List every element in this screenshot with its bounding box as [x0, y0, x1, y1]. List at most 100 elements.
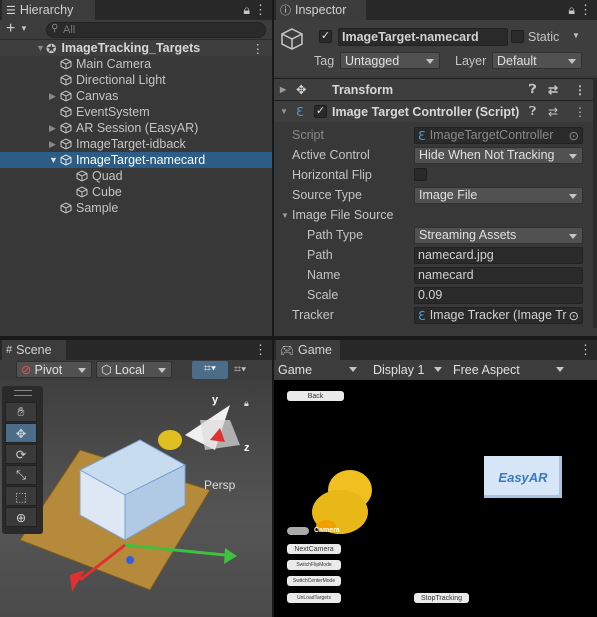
persp-label[interactable]: Persp	[204, 478, 235, 492]
object-picker-icon[interactable]: ⊙	[568, 307, 579, 323]
path-type-dropdown[interactable]: Streaming Assets	[414, 226, 583, 244]
path-input[interactable]: namecard.jpg	[414, 246, 583, 264]
unity-scene-icon: ✪	[46, 41, 57, 56]
hierarchy-item-sample[interactable]: Sample	[0, 200, 272, 216]
scene-options-icon[interactable]: ⋮	[252, 41, 265, 56]
hierarchy-item-canvas[interactable]: ▶ Canvas	[0, 88, 272, 104]
list-icon: ☰	[6, 4, 16, 17]
tool-palette: ✋︎ ✥ ⟳ ⤡ ⬚ ⊕	[2, 386, 43, 534]
lock-icon[interactable]: 🔒︎	[244, 398, 249, 409]
display-dropdown[interactable]: Display 1	[369, 361, 447, 378]
axis-y-label: y	[212, 394, 219, 406]
scale-input[interactable]: 0.09	[414, 286, 583, 304]
scene-root[interactable]: ▼ ✪ ImageTracking_Targets ⋮	[0, 40, 272, 56]
tracker-field[interactable]: ℇ Image Tracker (Image Tr ⊙	[414, 306, 583, 324]
scene-name: ImageTracking_Targets	[61, 41, 201, 55]
transform-tool-icon[interactable]: ⊕	[5, 507, 37, 527]
source-type-dropdown[interactable]: Image File	[414, 186, 583, 204]
hierarchy-item-label: Main Camera	[76, 57, 152, 71]
snap-toggle[interactable]: ⌗▾	[192, 361, 228, 379]
camera-label: Camera	[314, 527, 340, 534]
hierarchy-item-quad[interactable]: Quad	[0, 168, 272, 184]
scale-tool-icon[interactable]: ⤡	[5, 465, 37, 485]
palette-handle[interactable]	[14, 390, 32, 396]
aspect-dropdown[interactable]: Free Aspect	[449, 361, 569, 378]
local-dropdown[interactable]: ⬡ Local	[96, 361, 172, 378]
search-input[interactable]: ⚲ All	[46, 22, 266, 38]
camera-toggle[interactable]	[287, 527, 309, 535]
hierarchy-panel: ☰ Hierarchy 🔒︎ ⋮ + ▼ ⚲ All ▼ ✪ ImageTrac…	[0, 0, 272, 336]
gameobject-icon	[60, 138, 72, 150]
image-file-source-row[interactable]: ▼ Image File Source	[274, 205, 597, 225]
path-type-label: Path Type	[307, 228, 364, 242]
script-value: ImageTargetController	[429, 128, 554, 142]
source-type-label: Source Type	[292, 188, 362, 202]
expand-arrow-icon[interactable]: ▶	[49, 123, 59, 134]
pivot-dropdown[interactable]: ⊘ Pivot	[16, 361, 92, 378]
more-options-icon[interactable]: ⋮	[579, 342, 592, 358]
hierarchy-item-label: ImageTarget-namecard	[76, 153, 206, 167]
hierarchy-item-directional-light[interactable]: Directional Light	[0, 72, 272, 88]
path-type-row: Path Type Streaming Assets	[274, 225, 597, 245]
name-input[interactable]: namecard	[414, 266, 583, 284]
scene-tabbar: # Scene ⋮	[0, 340, 272, 360]
game-view[interactable]: Back EasyAR Camera NextCamera SwitchFlip…	[274, 380, 597, 617]
add-button[interactable]: +	[6, 20, 15, 38]
gameobject-icon	[60, 202, 72, 214]
local-icon: ⬡	[101, 363, 112, 377]
unload-targets-button[interactable]: UnLoadTargets	[287, 593, 341, 603]
game-toolbar: Game Display 1 Free Aspect	[274, 360, 597, 380]
hierarchy-item-ar-session[interactable]: ▶ AR Session (EasyAR)	[0, 120, 272, 136]
search-placeholder: All	[63, 24, 76, 36]
local-label: Local	[114, 362, 145, 377]
rect-tool-icon[interactable]: ⬚	[5, 486, 37, 506]
switch-center-mode-button[interactable]: SwitchCenterMode	[287, 576, 341, 586]
lock-icon[interactable]: 🔒︎	[243, 3, 250, 18]
image-file-source-label: Image File Source	[292, 208, 394, 222]
hierarchy-item-main-camera[interactable]: Main Camera	[0, 56, 272, 72]
hierarchy-item-label: EventSystem	[76, 105, 150, 119]
tab-scene[interactable]: # Scene	[2, 340, 66, 360]
tab-hierarchy[interactable]: ☰ Hierarchy	[2, 0, 95, 20]
more-options-icon[interactable]: ⋮	[254, 342, 267, 358]
gameobject-icon	[60, 154, 72, 166]
hierarchy-item-label: AR Session (EasyAR)	[76, 121, 199, 135]
tab-game[interactable]: 🎮︎ Game	[276, 340, 340, 360]
pivot-icon: ⊘	[21, 363, 32, 377]
collapse-arrow-icon[interactable]: ▼	[281, 211, 289, 220]
hierarchy-item-imagetarget-idback[interactable]: ▶ ImageTarget-idback	[0, 136, 272, 152]
tracker-value: Image Tracker (Image Tr	[429, 308, 567, 322]
move-tool-icon[interactable]: ✥	[5, 423, 37, 443]
hierarchy-item-imagetarget-namecard[interactable]: ▼ ImageTarget-namecard	[0, 152, 272, 168]
script-row: Script ℇ ImageTargetController ⊙	[274, 125, 597, 145]
next-camera-button[interactable]: NextCamera	[287, 544, 341, 554]
inspector-scrollbar[interactable]	[593, 78, 597, 328]
hierarchy-item-cube[interactable]: Cube	[0, 184, 272, 200]
more-options-icon[interactable]: ⋮	[254, 2, 267, 18]
collapse-arrow-icon[interactable]: ▼	[36, 43, 46, 53]
source-type-row: Source Type Image File	[274, 185, 597, 205]
stop-tracking-button[interactable]: StopTracking	[414, 593, 469, 603]
gameobject-icon	[60, 90, 72, 102]
grid-snap-icon[interactable]: ⌗▾	[234, 362, 246, 377]
path-label: Path	[307, 248, 333, 262]
hierarchy-item-label: Quad	[92, 169, 123, 183]
hierarchy-item-label: ImageTarget-idback	[76, 137, 186, 151]
horizontal-flip-checkbox[interactable]	[414, 168, 427, 181]
hierarchy-item-eventsystem[interactable]: EventSystem	[0, 104, 272, 120]
active-control-row: Active Control Hide When Not Tracking	[274, 145, 597, 165]
script-field: ℇ ImageTargetController ⊙	[414, 126, 583, 144]
expand-arrow-icon[interactable]: ▶	[49, 91, 59, 102]
back-button[interactable]: Back	[287, 391, 344, 401]
switch-flip-mode-button[interactable]: SwitchFlipMode	[287, 560, 341, 570]
hand-tool-icon[interactable]: ✋︎	[5, 402, 37, 422]
collapse-arrow-icon[interactable]: ▼	[49, 155, 59, 165]
rotate-tool-icon[interactable]: ⟳	[5, 444, 37, 464]
add-dropdown-icon[interactable]: ▼	[20, 24, 28, 33]
game-mode-dropdown[interactable]: Game	[274, 361, 362, 378]
search-icon: ⚲	[51, 23, 59, 34]
name-label: Name	[307, 268, 341, 282]
active-control-dropdown[interactable]: Hide When Not Tracking	[414, 146, 583, 164]
hierarchy-item-label: Cube	[92, 185, 122, 199]
expand-arrow-icon[interactable]: ▶	[49, 139, 59, 150]
